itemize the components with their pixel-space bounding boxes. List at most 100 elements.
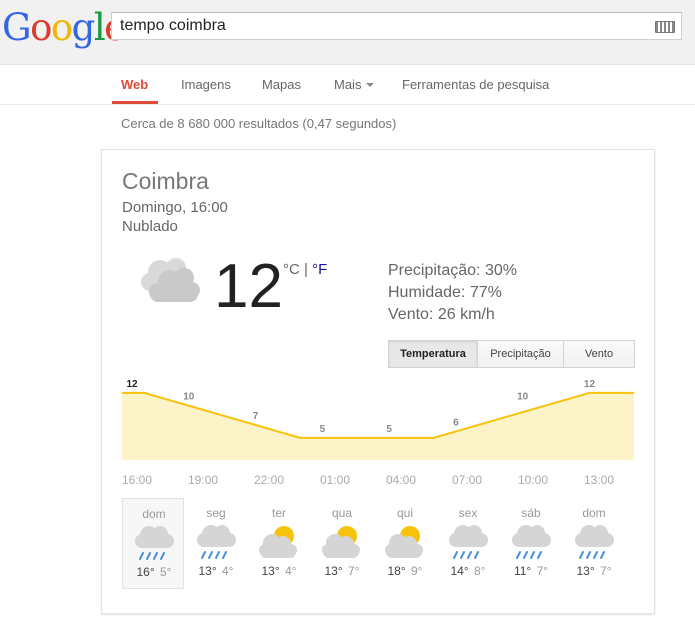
search-box (111, 12, 682, 40)
weather-card: Coimbra Domingo, 16:00 Nublado 12 °C | °… (101, 149, 655, 614)
data-label: 5 (320, 424, 326, 435)
forecast-high: 11° (513, 564, 532, 578)
unit-fahrenheit[interactable]: °F (312, 261, 327, 278)
time-tick-label: 01:00 (320, 473, 351, 487)
time-tick-label: 19:00 (188, 473, 219, 487)
logo-letter: o (50, 6, 73, 49)
google-logo[interactable]: Google (2, 4, 126, 52)
forecast-day[interactable]: sáb 11° 7° (500, 498, 562, 589)
forecast-low: 7° (536, 564, 549, 578)
logo-letter: G (2, 6, 32, 49)
forecast-day[interactable]: sex 14° 8° (437, 498, 499, 589)
logo-letter: g (71, 6, 96, 49)
wind-button[interactable]: Vento (564, 341, 634, 367)
forecast-day[interactable]: ter 13° 4° (248, 498, 310, 589)
weather-details: Precipitação: 30% Humidade: 77% Vento: 2… (388, 260, 517, 326)
tab-ferramentas[interactable]: Ferramentas de pesquisa (402, 77, 549, 92)
active-tab-indicator (112, 101, 158, 104)
data-label: 12 (584, 380, 596, 390)
forecast-temps: 16° 5° (123, 565, 185, 579)
forecast-day[interactable]: dom 16° 5° (122, 498, 184, 589)
forecast-day-name: qui (396, 506, 413, 520)
partly-cloudy-icon (384, 522, 426, 567)
forecast-high: 13° (261, 564, 280, 578)
forecast-low: 8° (474, 564, 486, 578)
keyboard-icon[interactable] (655, 21, 675, 33)
data-label: 5 (386, 424, 392, 435)
time-tick-label: 13:00 (584, 473, 615, 487)
rain-icon (447, 522, 489, 567)
forecast-high: 16° (136, 565, 155, 579)
partly-cloudy-icon (321, 522, 363, 567)
forecast-low: 5° (160, 565, 172, 579)
forecast-low: 4° (222, 564, 234, 578)
forecast-temps: 13° 7° (311, 564, 373, 578)
time-tick-label: 22:00 (254, 473, 285, 487)
tab-mais-label: Mais (334, 77, 362, 92)
forecast-day[interactable]: qui 18° 9° (374, 498, 436, 589)
tab-mapas[interactable]: Mapas (262, 77, 301, 92)
precipitation-button[interactable]: Precipitação (478, 341, 564, 367)
forecast-low: 4° (285, 564, 297, 578)
forecast-day-name: sáb (521, 506, 541, 520)
forecast-low: 9° (411, 564, 423, 578)
tab-web[interactable]: Web (121, 77, 148, 92)
forecast-high: 13° (198, 564, 217, 578)
forecast-day-name: ter (271, 506, 286, 520)
forecast-temps: 14° 8° (437, 564, 499, 578)
rain-icon (195, 522, 237, 567)
forecast-day-name: sex (458, 506, 478, 520)
cloudy-icon (141, 258, 200, 302)
forecast-high: 13° (576, 564, 595, 578)
time-tick-label: 07:00 (452, 473, 483, 487)
header: Google (0, 0, 695, 65)
current-temperature: 12 (214, 252, 283, 321)
forecast-day-name: qua (331, 506, 353, 520)
temperature-chart: 12 10 7 5 5 6 10 12 (122, 380, 634, 460)
humidity: Humidade: 77% (388, 284, 502, 301)
data-label: 10 (183, 392, 195, 403)
weather-datetime: Domingo, 16:00 (122, 199, 228, 216)
tab-imagens[interactable]: Imagens (181, 77, 231, 92)
forecast-temps: 13° 4° (248, 564, 310, 578)
data-label: 7 (253, 411, 259, 422)
search-input[interactable] (112, 13, 640, 39)
temperature-button[interactable]: Temperatura (389, 341, 478, 367)
unit-switch: °C | °F (283, 261, 327, 278)
time-tick-label: 04:00 (386, 473, 417, 487)
result-stats: Cerca de 8 680 000 resultados (0,47 segu… (121, 116, 397, 131)
forecast-high: 14° (450, 564, 469, 578)
time-tick-label: 10:00 (518, 473, 549, 487)
chart-toggle: Temperatura Precipitação Vento (388, 340, 635, 368)
forecast-high: 18° (387, 564, 406, 578)
precipitation: Precipitação: 30% (388, 262, 517, 279)
forecast-temps: 13° 7° (563, 564, 625, 578)
forecast-day-name: dom (582, 506, 606, 520)
forecast-low: 7° (348, 564, 360, 578)
tab-mais[interactable]: Mais (334, 77, 375, 92)
data-label: 12 (126, 380, 138, 390)
forecast-day[interactable]: dom 13° 7° (563, 498, 625, 589)
forecast-day[interactable]: seg 13° 4° (185, 498, 247, 589)
logo-letter: o (30, 6, 52, 49)
forecast-day-name: seg (206, 506, 226, 520)
caret-down-icon (366, 83, 375, 87)
forecast-day-name: dom (142, 507, 166, 521)
rain-icon (510, 522, 552, 567)
weather-condition: Nublado (122, 218, 178, 235)
search-tabs: Web Imagens Mapas Mais Ferramentas de pe… (0, 64, 695, 105)
time-tick-label: 16:00 (122, 473, 153, 487)
rain-icon (133, 523, 175, 568)
data-label: 6 (453, 417, 459, 428)
partly-cloudy-icon (258, 522, 300, 567)
forecast-day[interactable]: qua 13° 7° (311, 498, 373, 589)
unit-celsius[interactable]: °C (283, 261, 300, 278)
weather-city: Coimbra (122, 168, 209, 194)
data-label: 10 (517, 392, 529, 403)
wind: Vento: 26 km/h (388, 306, 495, 323)
unit-separator: | (304, 261, 308, 278)
forecast-low: 7° (600, 564, 612, 578)
forecast-temps: 18° 9° (374, 564, 436, 578)
forecast-temps: 13° 4° (185, 564, 247, 578)
logo-letter: l (93, 6, 106, 49)
